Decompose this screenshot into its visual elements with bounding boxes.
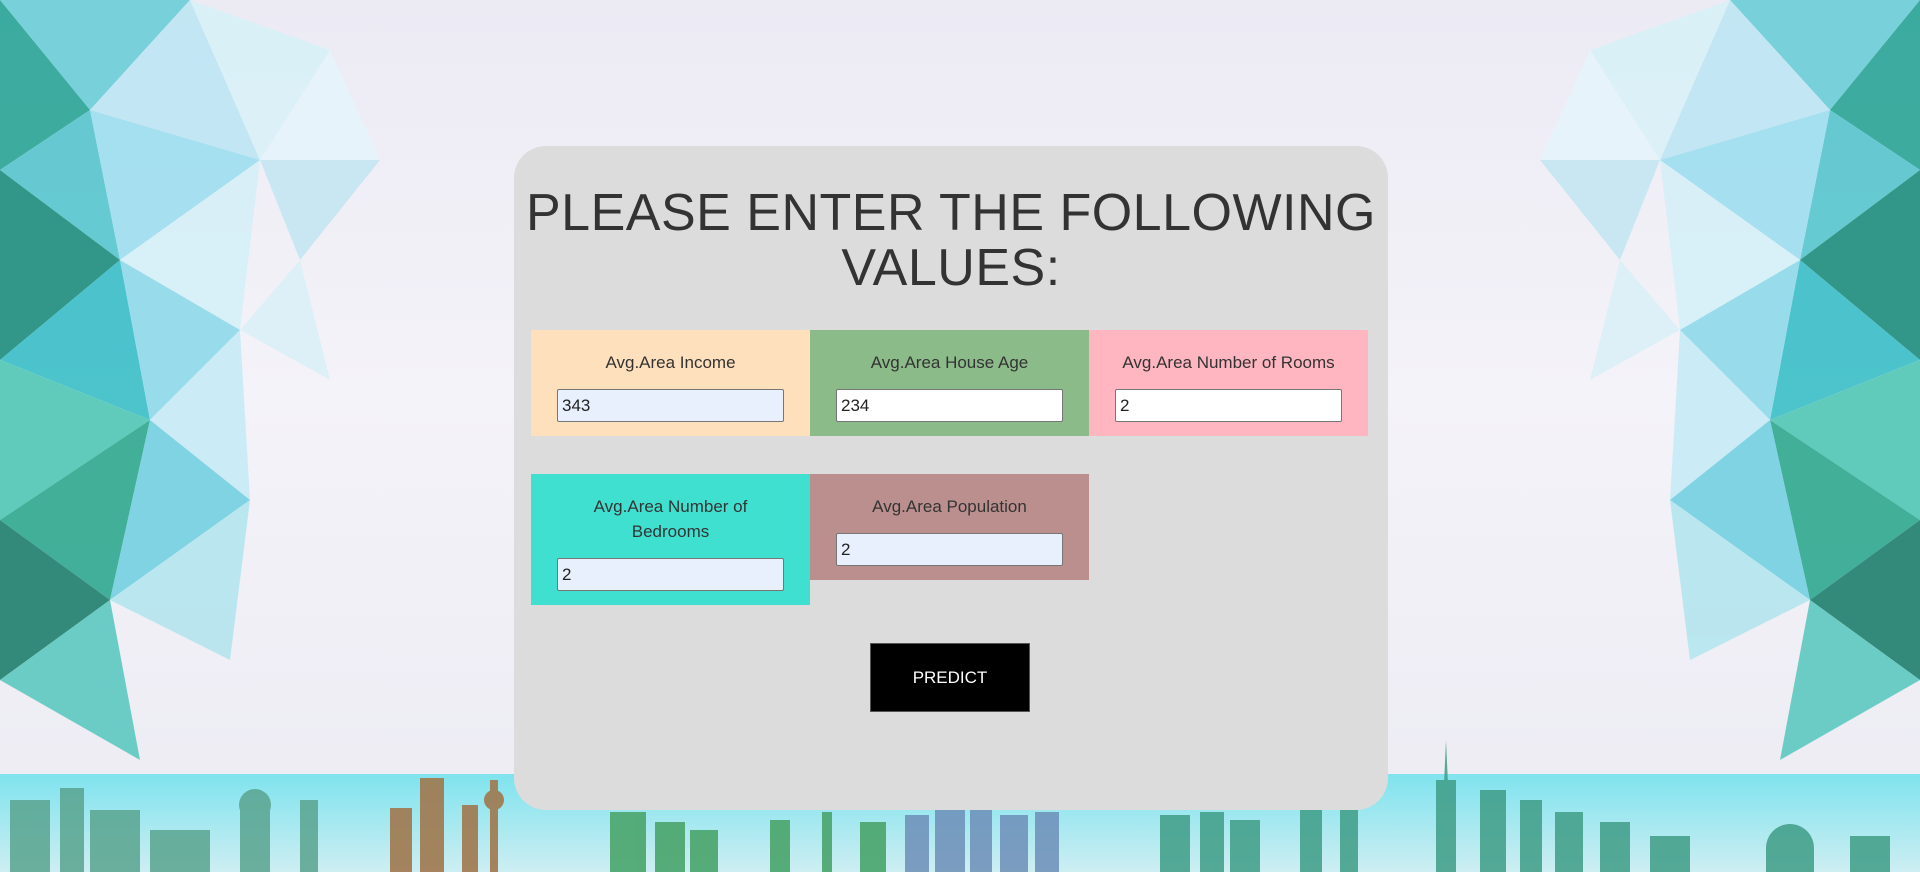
population-input[interactable] [836, 533, 1063, 566]
predict-button[interactable]: PREDICT [870, 643, 1030, 712]
bedrooms-label: Avg.Area Number of Bedrooms [593, 497, 748, 541]
prediction-form-card: PLEASE ENTER THE FOLLOWING VALUES: Avg.A… [514, 146, 1388, 810]
income-input[interactable] [557, 389, 784, 422]
house-age-input[interactable] [836, 389, 1063, 422]
rooms-label: Avg.Area Number of Rooms [1122, 353, 1335, 372]
population-label: Avg.Area Population [872, 497, 1027, 516]
field-avg-area-house-age: Avg.Area House Age [810, 330, 1089, 436]
field-avg-area-income: Avg.Area Income [531, 330, 810, 436]
field-avg-area-population: Avg.Area Population [810, 474, 1089, 580]
bedrooms-input[interactable] [557, 558, 784, 591]
rooms-input[interactable] [1115, 389, 1342, 422]
field-avg-area-number-of-bedrooms: Avg.Area Number of Bedrooms [531, 474, 810, 605]
house-age-label: Avg.Area House Age [870, 353, 1029, 372]
income-label: Avg.Area Income [605, 353, 736, 372]
field-avg-area-number-of-rooms: Avg.Area Number of Rooms [1089, 330, 1368, 436]
form-title: PLEASE ENTER THE FOLLOWING VALUES: [525, 184, 1376, 297]
